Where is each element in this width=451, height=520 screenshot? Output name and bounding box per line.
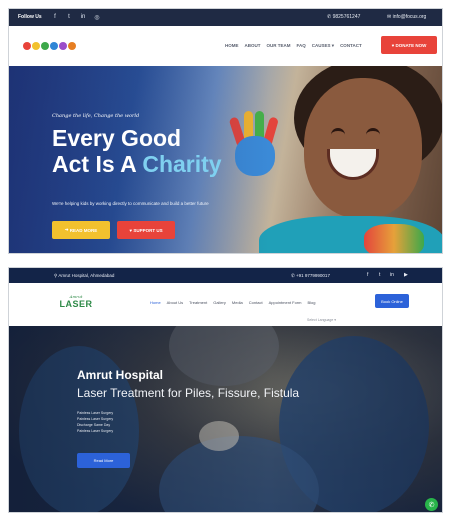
language-selector[interactable]: Select Language ▾ [307, 318, 336, 322]
nav-item-about-us[interactable]: About Us [167, 300, 183, 305]
nav-item-home[interactable]: HOME [225, 43, 239, 49]
youtube-icon[interactable]: ▶ [404, 272, 408, 278]
read-more-button[interactable]: ➜ READ MORE [52, 221, 110, 239]
site-logo[interactable]: Amrut LASER [57, 294, 95, 316]
phone-number[interactable]: ✆ +91 9779990017 [291, 273, 330, 279]
address-info: ⚲ Amrut Hospital, Ahmedabad [54, 273, 114, 279]
list-item: Painless Laser Surgery [77, 429, 114, 433]
twitter-icon[interactable]: t [65, 13, 73, 21]
nav-item-causes-label: CAUSES [311, 43, 331, 48]
nav-item-causes[interactable]: CAUSES ▾ [312, 43, 334, 49]
phone-text: 9825761247 [332, 14, 361, 20]
nav-item-media[interactable]: Media [232, 300, 243, 305]
donate-now-button[interactable]: ♥ DONATE NOW [381, 36, 437, 54]
hospital-website-screenshot: ⚲ Amrut Hospital, Ahmedabad ✆ +91 977999… [8, 267, 443, 513]
follow-us-label: Follow Us [18, 14, 42, 20]
hero-title-highlight: Charity [142, 151, 222, 177]
hero-tagline: Change the life, Change the world [52, 113, 140, 119]
nav-menu: Home About Us Treatment Gallery Media Co… [150, 300, 316, 305]
main-navigation: HOME ABOUT OUR TEAM FAQ CAUSES ▾ CONTACT… [9, 26, 442, 66]
address-text: Amrut Hospital, Ahmedabad [58, 273, 115, 278]
nav-item-blog[interactable]: Blog [308, 300, 316, 305]
hero-title-line2: Act Is A [52, 151, 143, 177]
linkedin-icon[interactable]: in [79, 13, 87, 21]
phone-text: +91 9779990017 [296, 273, 330, 278]
logo-big-text: LASER [59, 299, 93, 309]
nav-item-our-team[interactable]: OUR TEAM [267, 43, 291, 49]
book-online-button[interactable]: Book Online [375, 294, 409, 308]
nav-item-home[interactable]: Home [150, 300, 161, 305]
site-logo[interactable] [23, 39, 77, 53]
read-more-label: READ MORE [69, 227, 98, 233]
whatsapp-icon[interactable]: ✆ [425, 498, 438, 511]
top-bar: Follow Us f t in ◎ ✆ 9825761247 ✉ info@f… [9, 9, 442, 26]
hero-subtitle: We're helping kids by working directly t… [52, 201, 209, 206]
nav-item-appointment-form[interactable]: Appointment Form [269, 300, 302, 305]
nav-item-contact[interactable]: CONTACT [340, 43, 362, 49]
top-bar: ⚲ Amrut Hospital, Ahmedabad ✆ +91 977999… [9, 268, 442, 283]
nav-item-gallery[interactable]: Gallery [213, 300, 226, 305]
hero-feature-list: Painless Laser Surgery Painless Laser Su… [77, 410, 113, 434]
hero-title: Amrut Hospital [77, 368, 164, 382]
read-more-button[interactable]: Read More [77, 453, 130, 468]
nav-item-about[interactable]: ABOUT [245, 43, 261, 49]
phone-number[interactable]: ✆ 9825761247 [327, 14, 360, 20]
hero-subtitle: Laser Treatment for Piles, Fissure, Fist… [77, 386, 300, 400]
support-us-button[interactable]: ♥ SUPPORT US [117, 221, 175, 239]
nav-item-treatment[interactable]: Treatment [189, 300, 207, 305]
hero-banner: Change the life, Change the world Every … [9, 66, 442, 253]
nav-menu: HOME ABOUT OUR TEAM FAQ CAUSES ▾ CONTACT [225, 43, 362, 49]
chevron-down-icon: ▾ [331, 43, 335, 48]
nav-item-contact[interactable]: Contact [249, 300, 263, 305]
facebook-icon[interactable]: f [51, 13, 59, 21]
hero-title-line1: Every Good [52, 125, 182, 151]
email-address[interactable]: ✉ info@focus.org [387, 14, 426, 20]
linkedin-icon[interactable]: in [390, 272, 394, 278]
twitter-icon[interactable]: t [379, 272, 380, 278]
nav-item-faq[interactable]: FAQ [297, 43, 306, 49]
main-navigation: Amrut LASER Home About Us Treatment Gall… [9, 283, 442, 326]
instagram-icon[interactable]: ◎ [93, 13, 101, 21]
hero-title: Every Good Act Is A Charity [52, 125, 222, 177]
support-us-label: SUPPORT US [133, 227, 163, 233]
facebook-icon[interactable]: f [367, 272, 368, 278]
charity-website-screenshot: Follow Us f t in ◎ ✆ 9825761247 ✉ info@f… [8, 8, 443, 254]
email-text: info@focus.org [392, 14, 427, 20]
donate-now-label: DONATE NOW [395, 42, 427, 48]
hero-banner: Amrut Hospital Laser Treatment for Piles… [9, 326, 442, 512]
